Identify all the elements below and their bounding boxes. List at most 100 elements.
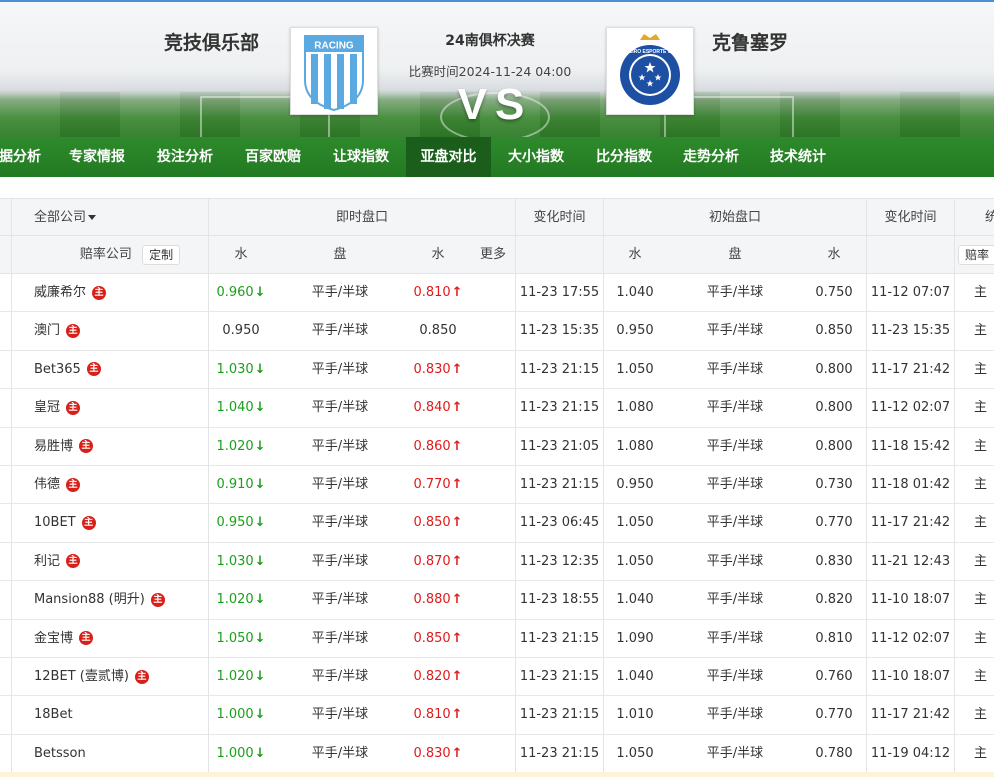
live-water2[interactable]: 0.840↑ bbox=[406, 389, 470, 427]
right-col-prefix[interactable]: 主 bbox=[974, 351, 994, 389]
live-water1[interactable]: 1.040↓ bbox=[209, 389, 273, 427]
live-handicap[interactable]: 平手/半球 bbox=[290, 274, 390, 312]
arrow-down-icon: ↓ bbox=[254, 361, 266, 377]
live-water2[interactable]: 0.830↑ bbox=[406, 735, 470, 773]
right-col-prefix[interactable]: 主 bbox=[974, 696, 994, 734]
live-handicap[interactable]: 平手/半球 bbox=[290, 620, 390, 658]
live-water1[interactable]: 1.030↓ bbox=[209, 351, 273, 389]
live-water1[interactable]: 0.950↓ bbox=[209, 504, 273, 542]
live-handicap[interactable]: 平手/半球 bbox=[290, 466, 390, 504]
nav-item-over-under[interactable]: 大小指数 bbox=[495, 137, 577, 177]
live-water1[interactable]: 1.020↓ bbox=[209, 658, 273, 696]
company-cell[interactable]: 10BET 主 bbox=[34, 504, 206, 542]
live-water1[interactable]: 0.910↓ bbox=[209, 466, 273, 504]
right-col-prefix[interactable]: 主 bbox=[974, 658, 994, 696]
right-col-prefix[interactable]: 主 bbox=[974, 274, 994, 312]
company-cell[interactable]: Bet365 主 bbox=[34, 351, 206, 389]
live-handicap[interactable]: 平手/半球 bbox=[290, 351, 390, 389]
live-handicap[interactable]: 平手/半球 bbox=[290, 389, 390, 427]
live-water2[interactable]: 0.770↑ bbox=[406, 466, 470, 504]
more-link[interactable]: 更多 bbox=[470, 236, 516, 273]
live-water2[interactable]: 0.850 bbox=[406, 312, 470, 350]
live-handicap[interactable]: 平手/半球 bbox=[290, 504, 390, 542]
live-water1[interactable]: 1.020↓ bbox=[209, 581, 273, 619]
live-water2[interactable]: 0.880↑ bbox=[406, 581, 470, 619]
company-cell[interactable]: 伟德主 bbox=[34, 466, 206, 504]
live-water2[interactable]: 0.870↑ bbox=[406, 543, 470, 581]
home-team-logo[interactable]: RACING bbox=[290, 27, 378, 115]
table-row[interactable]: 伟德主 0.910↓ 平手/半球 0.770↑ 11-23 21:15 0.950 平手/半… bbox=[0, 466, 994, 505]
nav-item-score-index[interactable]: 比分指数 bbox=[583, 137, 665, 177]
company-cell[interactable]: 利记主 bbox=[34, 543, 206, 581]
nav-item-handicap-index[interactable]: 让球指数 bbox=[320, 137, 402, 177]
table-row[interactable]: 利记主 1.030↓ 平手/半球 0.870↑ 11-23 12:35 1.050 平手/半… bbox=[0, 542, 994, 582]
match-header: 竞技俱乐部 克鲁塞罗 RACING CRUZEIRO ESPORTE CLUBE… bbox=[0, 0, 994, 137]
company-cell[interactable]: Mansion88 (明升) 主 bbox=[34, 581, 206, 619]
table-row[interactable]: 易胜博主 1.020↓ 平手/半球 0.860↑ 11-23 21:05 1.080 平手/… bbox=[0, 427, 994, 466]
company-cell[interactable]: 皇冠主 bbox=[34, 389, 206, 427]
table-row[interactable]: 18Bet 1.000↓ 平手/半球 0.810↑ 11-23 21:15 1.010 平手… bbox=[0, 696, 994, 735]
table-row[interactable]: 皇冠主 1.040↓ 平手/半球 0.840↑ 11-23 21:15 1.080 平手/半… bbox=[0, 389, 994, 428]
live-handicap[interactable]: 平手/半球 bbox=[290, 543, 390, 581]
company-cell[interactable]: 18Bet bbox=[34, 696, 206, 734]
live-water2[interactable]: 0.810↑ bbox=[406, 696, 470, 734]
live-handicap[interactable]: 平手/半球 bbox=[290, 735, 390, 773]
nav-item-tech-stats[interactable]: 技术统计 bbox=[757, 137, 839, 177]
right-col-prefix[interactable]: 主 bbox=[974, 543, 994, 581]
live-water1[interactable]: 1.020↓ bbox=[209, 428, 273, 466]
right-col-prefix[interactable]: 主 bbox=[974, 735, 994, 773]
live-handicap[interactable]: 平手/半球 bbox=[290, 312, 390, 350]
company-filter-dropdown[interactable]: 全部公司 bbox=[12, 199, 208, 236]
right-col-prefix[interactable]: 主 bbox=[974, 389, 994, 427]
live-handicap[interactable]: 平手/半球 bbox=[290, 428, 390, 466]
table-row[interactable]: 澳门主 0.950 平手/半球 0.850 11-23 15:35 0.950 平手/半球 0… bbox=[0, 312, 994, 351]
nav-item-euro-odds[interactable]: 百家欧赔 bbox=[232, 137, 314, 177]
live-water2[interactable]: 0.810↑ bbox=[406, 274, 470, 312]
table-row[interactable]: 10BET 主 0.950↓ 平手/半球 0.850↑ 11-23 06:45 1.050 平… bbox=[0, 504, 994, 543]
live-handicap[interactable]: 平手/半球 bbox=[290, 658, 390, 696]
right-col-prefix[interactable]: 主 bbox=[974, 504, 994, 542]
away-team-logo[interactable]: CRUZEIRO ESPORTE CLUBE bbox=[606, 27, 694, 115]
right-col-prefix[interactable]: 主 bbox=[974, 620, 994, 658]
company-cell[interactable]: Betsson bbox=[34, 735, 206, 773]
live-water2[interactable]: 0.820↑ bbox=[406, 658, 470, 696]
live-water1[interactable]: 1.050↓ bbox=[209, 620, 273, 658]
right-col-prefix[interactable]: 主 bbox=[974, 466, 994, 504]
nav-item-asian-compare[interactable]: 亚盘对比 bbox=[406, 137, 491, 177]
table-row[interactable]: 威廉希尔主 0.960↓ 平手/半球 0.810↑ 11-23 17:55 1.040 平手… bbox=[0, 274, 994, 313]
customize-button[interactable]: 定制 bbox=[142, 244, 181, 265]
company-cell[interactable]: 12BET (壹贰博) 主 bbox=[34, 658, 206, 696]
live-water2[interactable]: 0.850↑ bbox=[406, 504, 470, 542]
live-water1[interactable]: 0.960↓ bbox=[209, 274, 273, 312]
table-row[interactable]: Bet365 主 1.030↓ 平手/半球 0.830↑ 11-23 21:15 1.050… bbox=[0, 350, 994, 390]
right-col-prefix[interactable]: 主 bbox=[974, 581, 994, 619]
live-water2[interactable]: 0.860↑ bbox=[406, 428, 470, 466]
right-col-prefix[interactable]: 主 bbox=[974, 428, 994, 466]
table-row[interactable]: Mansion88 (明升) 主 1.020↓ 平手/半球 0.880↑ 11-23 18… bbox=[0, 581, 994, 620]
live-handicap[interactable]: 平手/半球 bbox=[290, 581, 390, 619]
live-water2[interactable]: 0.850↑ bbox=[406, 620, 470, 658]
live-water1[interactable]: 1.000↓ bbox=[209, 696, 273, 734]
home-team-name[interactable]: 竞技俱乐部 bbox=[164, 28, 259, 55]
company-cell[interactable]: 威廉希尔主 bbox=[34, 274, 206, 312]
live-water1[interactable]: 1.030↓ bbox=[209, 543, 273, 581]
live-water1[interactable]: 0.950 bbox=[209, 312, 273, 350]
away-team-name[interactable]: 克鲁塞罗 bbox=[712, 28, 788, 55]
live-water1[interactable]: 1.000↓ bbox=[209, 735, 273, 773]
nav-item-data-analysis[interactable]: 据分析 bbox=[0, 137, 42, 177]
live-water2[interactable]: 0.830↑ bbox=[406, 351, 470, 389]
nav-item-expert-info[interactable]: 专家情报 bbox=[56, 137, 138, 177]
live-handicap[interactable]: 平手/半球 bbox=[290, 696, 390, 734]
table-row[interactable]: 12BET (壹贰博) 主 1.020↓ 平手/半球 0.820↑ 11-23 21:15… bbox=[0, 658, 994, 697]
odds-company-button[interactable]: 赔率 bbox=[958, 244, 994, 265]
nav-item-trend-analysis[interactable]: 走势分析 bbox=[670, 137, 752, 177]
company-cell[interactable]: 易胜博主 bbox=[34, 428, 206, 466]
init-handicap: 平手/半球 bbox=[706, 438, 764, 454]
arrow-up-icon: ↑ bbox=[451, 438, 463, 454]
table-row[interactable]: 金宝博主 1.050↓ 平手/半球 0.850↑ 11-23 21:15 1.090 平手/… bbox=[0, 619, 994, 658]
right-col-prefix[interactable]: 主 bbox=[974, 312, 994, 350]
company-cell[interactable]: 澳门主 bbox=[34, 312, 206, 350]
table-row[interactable]: Betsson 1.000↓ 平手/半球 0.830↑ 11-23 21:15 1.050… bbox=[0, 734, 994, 774]
company-cell[interactable]: 金宝博主 bbox=[34, 620, 206, 658]
nav-item-betting-analysis[interactable]: 投注分析 bbox=[144, 137, 226, 177]
